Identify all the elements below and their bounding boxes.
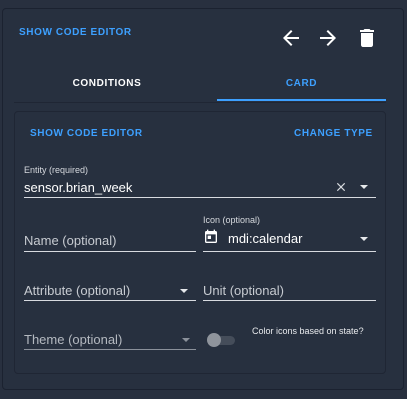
name-placeholder: Name (optional) [24,233,117,248]
color-icons-label: Color icons based on state? [252,326,364,336]
unit-field[interactable]: Unit (optional) [203,276,376,301]
entity-picker[interactable]: Entity (required) sensor.brian_week [24,162,376,198]
color-icons-toggle[interactable] [207,333,237,347]
chevron-down-icon[interactable] [360,237,368,241]
editor-tabs: CONDITIONS CARD [14,64,386,103]
icon-underline [203,251,376,252]
tab-conditions[interactable]: CONDITIONS [14,64,200,102]
icon-label: Icon (optional) [203,215,261,225]
unit-placeholder: Unit (optional) [203,283,284,298]
attribute-placeholder: Attribute (optional) [24,283,131,298]
chevron-down-icon[interactable] [360,185,368,189]
name-field[interactable]: Name (optional) [24,226,196,252]
theme-select[interactable]: Theme (optional) [24,325,196,350]
trash-icon [360,29,374,47]
change-type-button[interactable]: CHANGE TYPE [294,128,373,139]
delete-button[interactable] [355,26,379,50]
card-show-code-editor-button[interactable]: SHOW CODE EDITOR [30,128,143,139]
name-underline [24,251,196,252]
tab-card[interactable]: CARD [217,64,386,102]
icon-value: mdi:calendar [228,231,303,246]
calendar-icon [205,229,217,243]
unit-underline [203,300,376,301]
entity-value: sensor.brian_week [24,180,133,195]
arrow-left-icon [283,30,299,46]
toggle-knob [207,333,221,347]
card-editor-dialog: SHOW CODE EDITOR CONDITIONS CARD SHOW CO… [0,0,407,399]
show-code-editor-button[interactable]: SHOW CODE EDITOR [19,27,132,38]
chevron-down-icon[interactable] [182,338,190,342]
active-tab-indicator [217,99,386,101]
arrow-right-icon [320,30,336,46]
entity-underline [24,197,376,198]
attribute-underline [24,300,196,301]
clear-icon[interactable] [334,180,348,194]
theme-placeholder: Theme (optional) [24,332,123,347]
entity-label: Entity (required) [24,165,89,175]
icon-picker[interactable]: Icon (optional) mdi:calendar [203,213,376,252]
move-left-button[interactable] [279,26,303,50]
theme-underline [24,349,196,350]
move-right-button[interactable] [316,26,340,50]
attribute-select[interactable]: Attribute (optional) [24,276,196,301]
chevron-down-icon[interactable] [180,289,188,293]
